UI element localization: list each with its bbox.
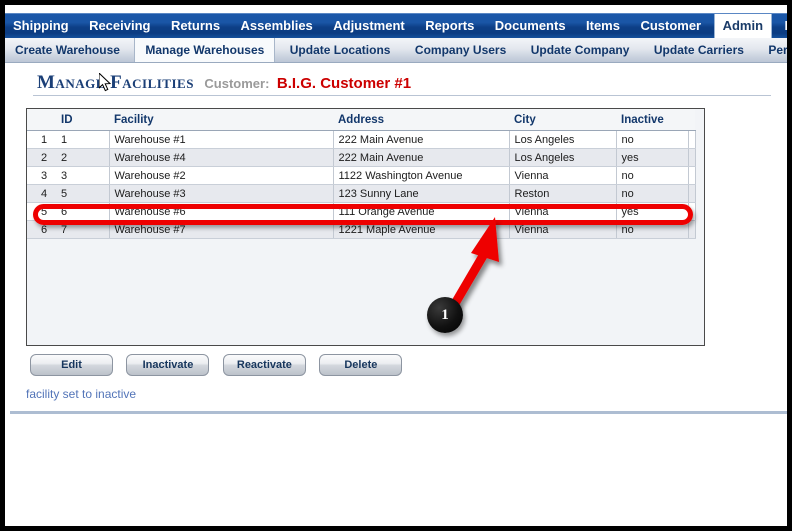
action-button-bar: Edit Inactivate Reactivate Delete bbox=[30, 354, 411, 376]
cell-facility: Warehouse #7 bbox=[109, 220, 334, 239]
tab-update-company[interactable]: Update Company bbox=[521, 38, 640, 62]
menu-item-shipping[interactable]: Shipping bbox=[5, 14, 77, 38]
menu-item-documents[interactable]: Documents bbox=[487, 14, 574, 38]
cell-spacer bbox=[688, 148, 696, 167]
cell-city: Los Angeles bbox=[509, 130, 617, 149]
cell-address: 1221 Maple Avenue bbox=[333, 220, 510, 239]
column-header-id[interactable]: ID bbox=[56, 109, 109, 131]
cell-id: 2 bbox=[56, 148, 110, 167]
cell-spacer bbox=[688, 130, 696, 149]
menu-item-returns[interactable]: Returns bbox=[163, 14, 228, 38]
cell-inactive: no bbox=[616, 220, 689, 239]
tab-update-carriers[interactable]: Update Carriers bbox=[644, 38, 754, 62]
row-number: 1 bbox=[27, 130, 56, 149]
cell-city: Los Angeles bbox=[509, 148, 617, 167]
cell-id: 5 bbox=[56, 184, 110, 203]
tab-update-locations[interactable]: Update Locations bbox=[280, 38, 401, 62]
tab-create-warehouse[interactable]: Create Warehouse bbox=[5, 38, 130, 62]
edit-button[interactable]: Edit bbox=[30, 354, 113, 376]
cell-id: 7 bbox=[56, 220, 110, 239]
table-row[interactable]: 3 3 Warehouse #2 1122 Washington Avenue … bbox=[27, 166, 696, 185]
bottom-divider bbox=[10, 411, 787, 414]
menu-item-receiving[interactable]: Receiving bbox=[81, 14, 158, 38]
cell-inactive: no bbox=[616, 130, 689, 149]
heading-divider bbox=[33, 95, 771, 96]
cell-facility: Warehouse #6 bbox=[109, 202, 334, 221]
column-header-rownum[interactable] bbox=[27, 109, 56, 131]
row-number: 6 bbox=[27, 220, 56, 239]
primary-menu-bar: Shipping Receiving Returns Assemblies Ad… bbox=[5, 13, 787, 38]
cell-city: Reston bbox=[509, 184, 617, 203]
customer-name: B.I.G. Customer #1 bbox=[276, 75, 412, 92]
row-number: 4 bbox=[27, 184, 56, 203]
table-row[interactable]: 2 2 Warehouse #4 222 Main Avenue Los Ang… bbox=[27, 148, 696, 167]
cell-city: Vienna bbox=[509, 202, 617, 221]
cell-address: 111 Orange Avenue bbox=[333, 202, 510, 221]
row-number: 3 bbox=[27, 166, 56, 185]
secondary-tab-bar: Create Warehouse Manage Warehouses Updat… bbox=[5, 38, 787, 63]
cell-spacer bbox=[688, 220, 696, 239]
inactivate-button[interactable]: Inactivate bbox=[126, 354, 210, 376]
status-message: facility set to inactive bbox=[26, 387, 137, 401]
menu-item-customer[interactable]: Customer bbox=[632, 14, 709, 38]
cell-inactive: yes bbox=[616, 202, 689, 221]
column-header-spacer bbox=[688, 109, 695, 131]
cell-city: Vienna bbox=[509, 166, 617, 185]
cell-facility: Warehouse #4 bbox=[109, 148, 334, 167]
application-window: Shipping Receiving Returns Assemblies Ad… bbox=[0, 0, 792, 531]
cell-inactive: no bbox=[616, 184, 689, 203]
delete-button[interactable]: Delete bbox=[319, 354, 403, 376]
tab-period-close[interactable]: Period Close bbox=[758, 38, 787, 62]
cell-facility: Warehouse #2 bbox=[109, 166, 334, 185]
cell-city: Vienna bbox=[509, 220, 617, 239]
tab-company-users[interactable]: Company Users bbox=[405, 38, 516, 62]
facilities-grid-panel: ID Facility Address City Inactive 1 1 Wa… bbox=[26, 108, 705, 346]
table-row[interactable]: 1 1 Warehouse #1 222 Main Avenue Los Ang… bbox=[27, 130, 696, 149]
cell-spacer bbox=[688, 184, 696, 203]
tab-manage-warehouses[interactable]: Manage Warehouses bbox=[134, 38, 276, 62]
customer-label: Customer: bbox=[204, 76, 270, 91]
menu-item-items[interactable]: Items bbox=[578, 14, 628, 38]
table-header-row: ID Facility Address City Inactive bbox=[27, 109, 695, 131]
table-row[interactable]: 4 5 Warehouse #3 123 Sunny Lane Reston n… bbox=[27, 184, 696, 203]
column-header-city[interactable]: City bbox=[509, 109, 616, 131]
menu-item-adjustment[interactable]: Adjustment bbox=[325, 14, 413, 38]
cell-id: 1 bbox=[56, 130, 110, 149]
column-header-address[interactable]: Address bbox=[333, 109, 509, 131]
menu-item-assemblies[interactable]: Assemblies bbox=[233, 14, 321, 38]
cell-facility: Warehouse #3 bbox=[109, 184, 334, 203]
cell-inactive: yes bbox=[616, 148, 689, 167]
row-number: 5 bbox=[27, 202, 56, 221]
cell-id: 3 bbox=[56, 166, 110, 185]
cell-inactive: no bbox=[616, 166, 689, 185]
page-title-text: Manage Facilities bbox=[37, 72, 194, 93]
cell-id: 6 bbox=[56, 202, 110, 221]
cell-address: 222 Main Avenue bbox=[333, 148, 510, 167]
reactivate-button[interactable]: Reactivate bbox=[222, 354, 306, 376]
annotation-step-badge: 1 bbox=[427, 297, 463, 333]
menu-item-reports[interactable]: Reports bbox=[417, 14, 482, 38]
column-header-facility[interactable]: Facility bbox=[109, 109, 333, 131]
table-row[interactable]: 6 7 Warehouse #7 1221 Maple Avenue Vienn… bbox=[27, 220, 696, 239]
cell-address: 1122 Washington Avenue bbox=[333, 166, 510, 185]
row-number: 2 bbox=[27, 148, 56, 167]
cell-address: 222 Main Avenue bbox=[333, 130, 510, 149]
menu-item-home[interactable]: Hom bbox=[776, 14, 787, 38]
cell-facility: Warehouse #1 bbox=[109, 130, 334, 149]
facilities-table: ID Facility Address City Inactive 1 1 Wa… bbox=[27, 109, 696, 239]
cell-spacer bbox=[688, 166, 696, 185]
menu-item-admin[interactable]: Admin bbox=[713, 14, 773, 38]
column-header-inactive[interactable]: Inactive bbox=[616, 109, 688, 131]
page-title: Manage Facilities Customer: B.I.G. Custo… bbox=[37, 72, 411, 94]
cell-address: 123 Sunny Lane bbox=[333, 184, 510, 203]
cell-spacer bbox=[688, 202, 696, 221]
table-row-highlighted[interactable]: 5 6 Warehouse #6 111 Orange Avenue Vienn… bbox=[27, 202, 696, 221]
